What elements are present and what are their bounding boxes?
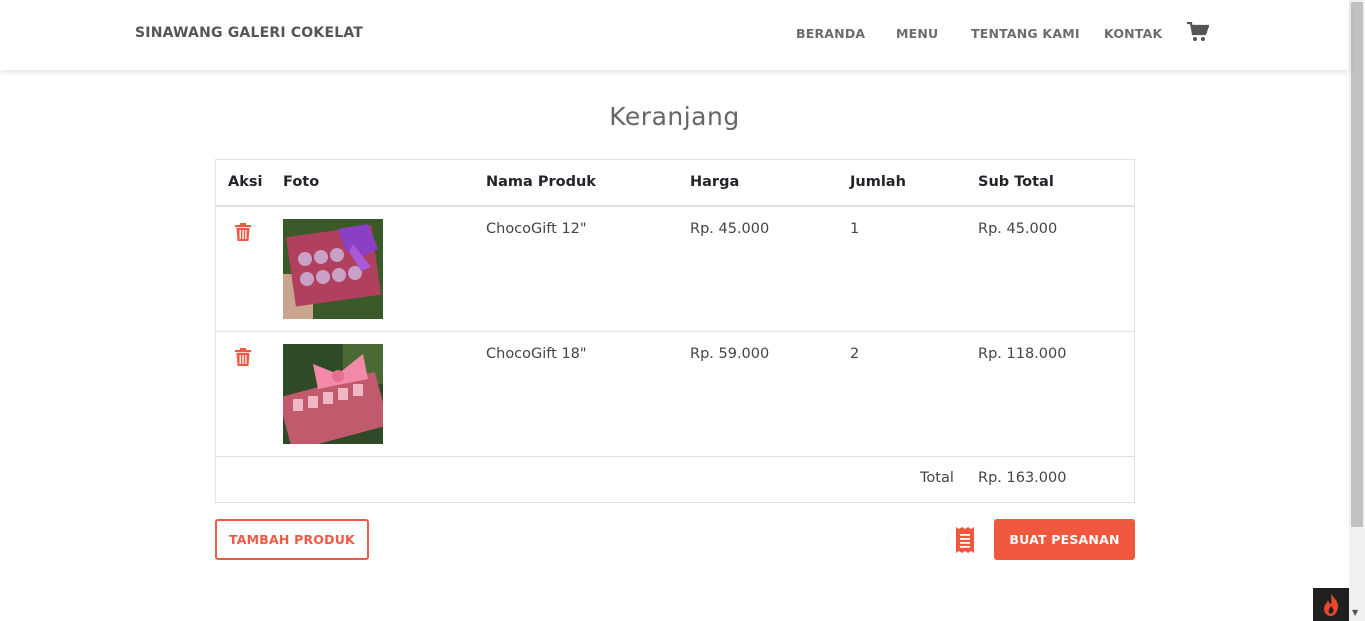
table-row: ChocoGift 18" Rp. 59.000 2 Rp. 118.000 [216, 332, 1134, 457]
cart-table: Aksi Foto Nama Produk Harga Jumlah Sub T… [215, 159, 1135, 503]
header-harga: Harga [690, 174, 740, 190]
add-product-button[interactable]: TAMBAH PRODUK [215, 519, 369, 560]
table-row: ChocoGift 12" Rp. 45.000 1 Rp. 45.000 [216, 207, 1134, 332]
product-photo [283, 219, 383, 319]
scroll-down-arrow-icon[interactable]: ▼ [1352, 608, 1358, 617]
brand-logo[interactable]: SINAWANG GALERI COKELAT [135, 25, 363, 41]
header-sub-total: Sub Total [978, 174, 1054, 190]
header-foto: Foto [283, 174, 320, 190]
product-name: ChocoGift 12" [486, 221, 587, 237]
total-label: Total [920, 470, 954, 486]
page: SINAWANG GALERI COKELAT BERANDA MENU TEN… [0, 0, 1365, 621]
navbar: SINAWANG GALERI COKELAT BERANDA MENU TEN… [0, 0, 1349, 70]
product-photo [283, 344, 383, 444]
nav-link-menu[interactable]: MENU [896, 26, 938, 41]
product-subtotal: Rp. 45.000 [978, 221, 1058, 237]
nav-link-kontak[interactable]: KONTAK [1104, 26, 1162, 41]
receipt-icon[interactable] [955, 527, 975, 553]
shopping-cart-icon[interactable] [1187, 22, 1209, 42]
product-name: ChocoGift 18" [486, 346, 587, 362]
scrollbar[interactable]: ▼ [1349, 0, 1365, 621]
nav-link-tentang-kami[interactable]: TENTANG KAMI [971, 26, 1080, 41]
nav-link-beranda[interactable]: BERANDA [796, 26, 865, 41]
product-quantity: 2 [850, 346, 860, 362]
header-aksi: Aksi [228, 174, 263, 190]
header-nama-produk: Nama Produk [486, 174, 596, 190]
product-price: Rp. 59.000 [690, 346, 770, 362]
scrollbar-thumb[interactable] [1351, 2, 1363, 527]
flame-widget[interactable] [1313, 588, 1349, 621]
trash-icon[interactable] [235, 223, 251, 241]
trash-icon[interactable] [235, 348, 251, 366]
header-jumlah: Jumlah [850, 174, 906, 190]
place-order-button[interactable]: BUAT PESANAN [994, 519, 1135, 560]
product-price: Rp. 45.000 [690, 221, 770, 237]
total-value: Rp. 163.000 [978, 470, 1067, 486]
page-title: Keranjang [609, 102, 740, 131]
flame-icon [1324, 594, 1339, 616]
table-header: Aksi Foto Nama Produk Harga Jumlah Sub T… [216, 160, 1134, 207]
product-quantity: 1 [850, 221, 860, 237]
product-subtotal: Rp. 118.000 [978, 346, 1067, 362]
total-row: Total Rp. 163.000 [216, 457, 1134, 502]
